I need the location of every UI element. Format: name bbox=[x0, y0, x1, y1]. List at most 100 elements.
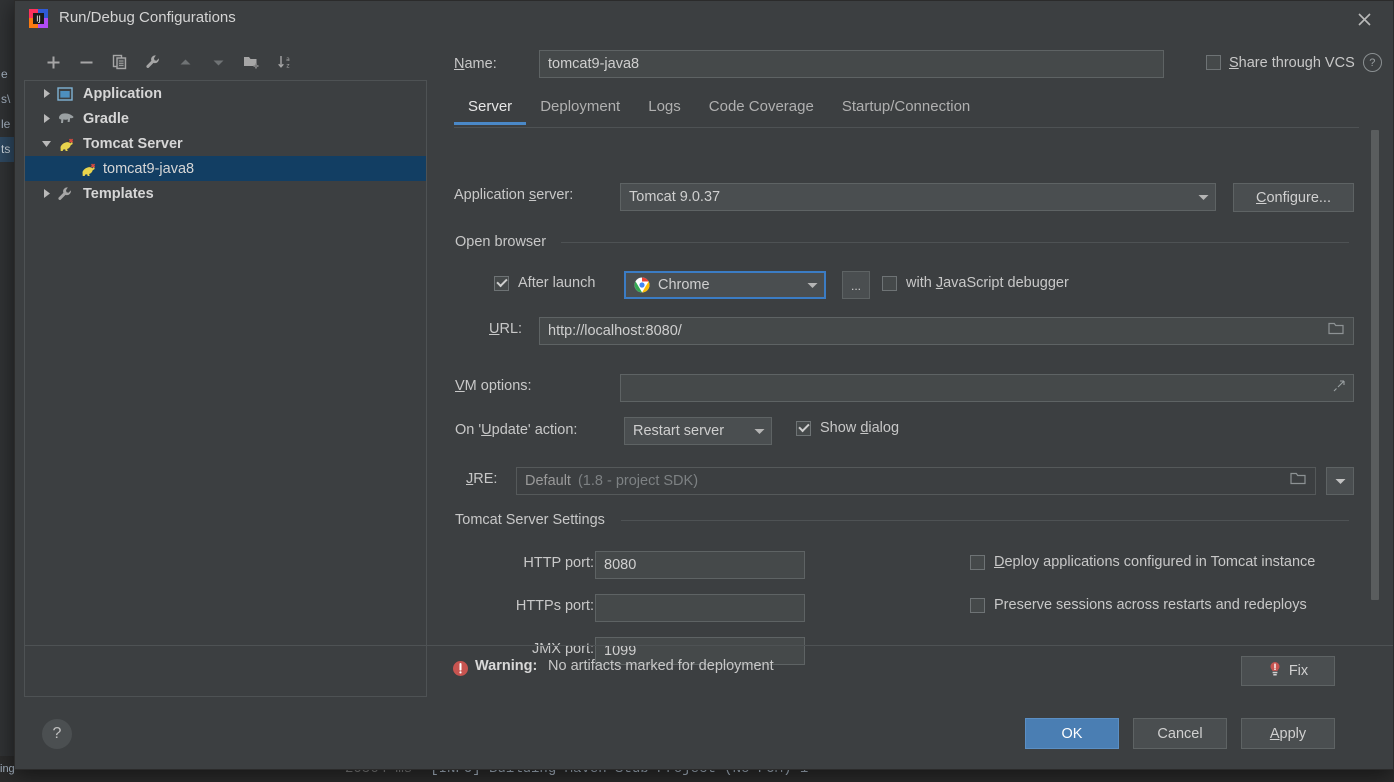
triangle-right-icon[interactable] bbox=[35, 88, 57, 99]
warning-message: No artifacts marked for deployment bbox=[548, 658, 774, 674]
help-button[interactable]: ? bbox=[42, 719, 72, 749]
show-dialog-row[interactable]: Show dialog bbox=[796, 420, 899, 436]
tab-logs[interactable]: Logs bbox=[634, 94, 695, 125]
svg-text:IJ: IJ bbox=[36, 15, 41, 24]
tree-item-label: Application bbox=[83, 85, 162, 102]
js-debugger-label: with JavaScript debugger bbox=[906, 275, 1069, 291]
url-value: http://localhost:8080/ bbox=[548, 323, 682, 339]
port-label-text: HTTPs port: bbox=[515, 598, 594, 614]
open-browser-group-title: Open browser bbox=[455, 234, 555, 250]
error-circle-icon bbox=[452, 660, 469, 682]
jre-value: Default bbox=[525, 473, 571, 489]
help-circle-icon[interactable]: ? bbox=[1362, 53, 1382, 72]
vm-options-label: VM options: bbox=[455, 378, 532, 394]
tree-item-label: Gradle bbox=[83, 110, 129, 127]
update-action-value: Restart server bbox=[633, 423, 725, 439]
sort-az-icon[interactable]: a z bbox=[268, 49, 301, 75]
chevron-down-icon bbox=[754, 423, 765, 439]
folder-plus-icon[interactable] bbox=[235, 49, 268, 75]
share-through-vcs-checkbox[interactable] bbox=[1206, 55, 1221, 70]
minus-icon[interactable] bbox=[70, 49, 103, 75]
fix-button-label: Fix bbox=[1288, 663, 1309, 679]
tree-item-label: tomcat9-java8 bbox=[103, 160, 195, 177]
jre-label: JRE: bbox=[466, 471, 498, 487]
share-through-vcs-label: Share through VCS bbox=[1229, 54, 1355, 71]
arrow-down-icon[interactable] bbox=[202, 49, 235, 75]
close-icon[interactable] bbox=[1349, 5, 1379, 35]
svg-text:z: z bbox=[286, 63, 289, 70]
expand-diagonal-icon[interactable] bbox=[1333, 375, 1345, 401]
arrow-up-icon[interactable] bbox=[169, 49, 202, 75]
fix-button[interactable]: Fix bbox=[1241, 656, 1335, 686]
chevron-down-icon bbox=[1335, 473, 1346, 489]
folder-icon[interactable] bbox=[1328, 318, 1345, 344]
tab-code-coverage[interactable]: Code Coverage bbox=[695, 94, 828, 125]
tree-item-application[interactable]: Application bbox=[25, 81, 426, 106]
name-input[interactable]: tomcat9-java8 bbox=[539, 50, 1164, 78]
show-dialog-checkbox[interactable] bbox=[796, 420, 811, 436]
application-server-combo[interactable]: Tomcat 9.0.37 bbox=[620, 183, 1216, 211]
dialog-title: Run/Debug Configurations bbox=[59, 9, 236, 26]
vm-options-field[interactable] bbox=[620, 374, 1354, 402]
application-icon bbox=[57, 86, 83, 102]
tomcat-cat-icon bbox=[57, 136, 83, 152]
apply-button[interactable]: Apply bbox=[1241, 718, 1335, 749]
tree-item-templates[interactable]: Templates bbox=[25, 181, 426, 206]
update-action-label: On 'Update' action: bbox=[455, 422, 578, 438]
jre-field[interactable]: Default (1.8 - project SDK) bbox=[516, 467, 1316, 495]
tree-item-gradle[interactable]: Gradle bbox=[25, 106, 426, 131]
port-input[interactable]: 8080 bbox=[595, 551, 805, 579]
chevron-down-icon bbox=[1198, 189, 1209, 205]
after-launch-checkbox[interactable] bbox=[494, 275, 509, 291]
tomcat-cat-icon bbox=[79, 161, 103, 177]
cancel-button[interactable]: Cancel bbox=[1133, 718, 1227, 749]
tree-item-tomcat-server[interactable]: Tomcat Server bbox=[25, 131, 426, 156]
ok-button[interactable]: OK bbox=[1025, 718, 1119, 749]
gradle-elephant-icon bbox=[57, 111, 83, 127]
configure-button[interactable]: Configure... bbox=[1233, 183, 1354, 212]
chrome-logo-icon bbox=[634, 277, 650, 293]
url-field[interactable]: http://localhost:8080/ bbox=[539, 317, 1354, 345]
after-launch-row[interactable]: After launch bbox=[494, 275, 595, 291]
editor-tabs[interactable]: Server Deployment Logs Code Coverage Startup… bbox=[454, 94, 984, 128]
warning-prefix: Warning: bbox=[475, 658, 538, 674]
configurations-toolbar: a z bbox=[37, 48, 301, 76]
copy-icon[interactable] bbox=[103, 49, 136, 75]
port-label-text: HTTP port: bbox=[523, 555, 594, 571]
update-action-combo[interactable]: Restart server bbox=[624, 417, 772, 445]
triangle-down-icon[interactable] bbox=[35, 138, 57, 149]
validation-warning-bar: Warning: No artifacts marked for deploym… bbox=[25, 645, 1393, 693]
server-tab-content: Application server: Tomcat 9.0.37 Config… bbox=[454, 128, 1374, 665]
tree-item-label: Templates bbox=[83, 185, 154, 202]
triangle-right-icon[interactable] bbox=[35, 188, 57, 199]
js-debugger-checkbox[interactable] bbox=[882, 275, 897, 291]
dialog-button-bar: OK Cancel Apply bbox=[1025, 718, 1335, 749]
run-debug-configurations-dialog: IJ Run/Debug Configurations a z Applicat… bbox=[14, 0, 1394, 770]
name-row: Name: tomcat9-java8 Share through VCS ? bbox=[454, 50, 1383, 80]
tab-startup-connection[interactable]: Startup/Connection bbox=[828, 94, 984, 125]
show-dialog-label: Show dialog bbox=[820, 420, 900, 436]
browser-combo[interactable]: Chrome bbox=[624, 271, 826, 299]
content-scrollbar-thumb[interactable] bbox=[1371, 130, 1379, 600]
js-debugger-row[interactable]: with JavaScript debugger bbox=[882, 275, 1069, 291]
wrench-icon[interactable] bbox=[136, 49, 169, 75]
triangle-right-icon[interactable] bbox=[35, 113, 57, 124]
port-input[interactable] bbox=[595, 594, 805, 622]
checkbox[interactable] bbox=[970, 597, 985, 613]
url-label: URL: bbox=[489, 321, 523, 337]
checkbox[interactable] bbox=[970, 554, 985, 570]
wrench-icon bbox=[57, 186, 83, 202]
plus-icon[interactable] bbox=[37, 49, 70, 75]
tree-item-tomcat9-java8[interactable]: tomcat9-java8 bbox=[25, 156, 426, 181]
configurations-tree[interactable]: Application Gradle Tomcat Server tomcat9-ja… bbox=[24, 80, 427, 697]
jre-dropdown-button[interactable] bbox=[1326, 467, 1354, 495]
share-through-vcs-row[interactable]: Share through VCS ? bbox=[1206, 53, 1382, 72]
tomcat-setting-checkbox-row[interactable]: Deploy applications configured in Tomcat… bbox=[970, 554, 1315, 570]
ide-bottom-left-fragment: ing bbox=[0, 763, 14, 775]
tab-server[interactable]: Server bbox=[454, 94, 527, 125]
tomcat-settings-group-title: Tomcat Server Settings bbox=[455, 512, 613, 528]
tab-deployment[interactable]: Deployment bbox=[526, 94, 634, 125]
browse-browser-button[interactable]: ... bbox=[842, 271, 870, 299]
folder-icon[interactable] bbox=[1290, 468, 1307, 494]
tomcat-setting-checkbox-row[interactable]: Preserve sessions across restarts and re… bbox=[970, 597, 1307, 613]
